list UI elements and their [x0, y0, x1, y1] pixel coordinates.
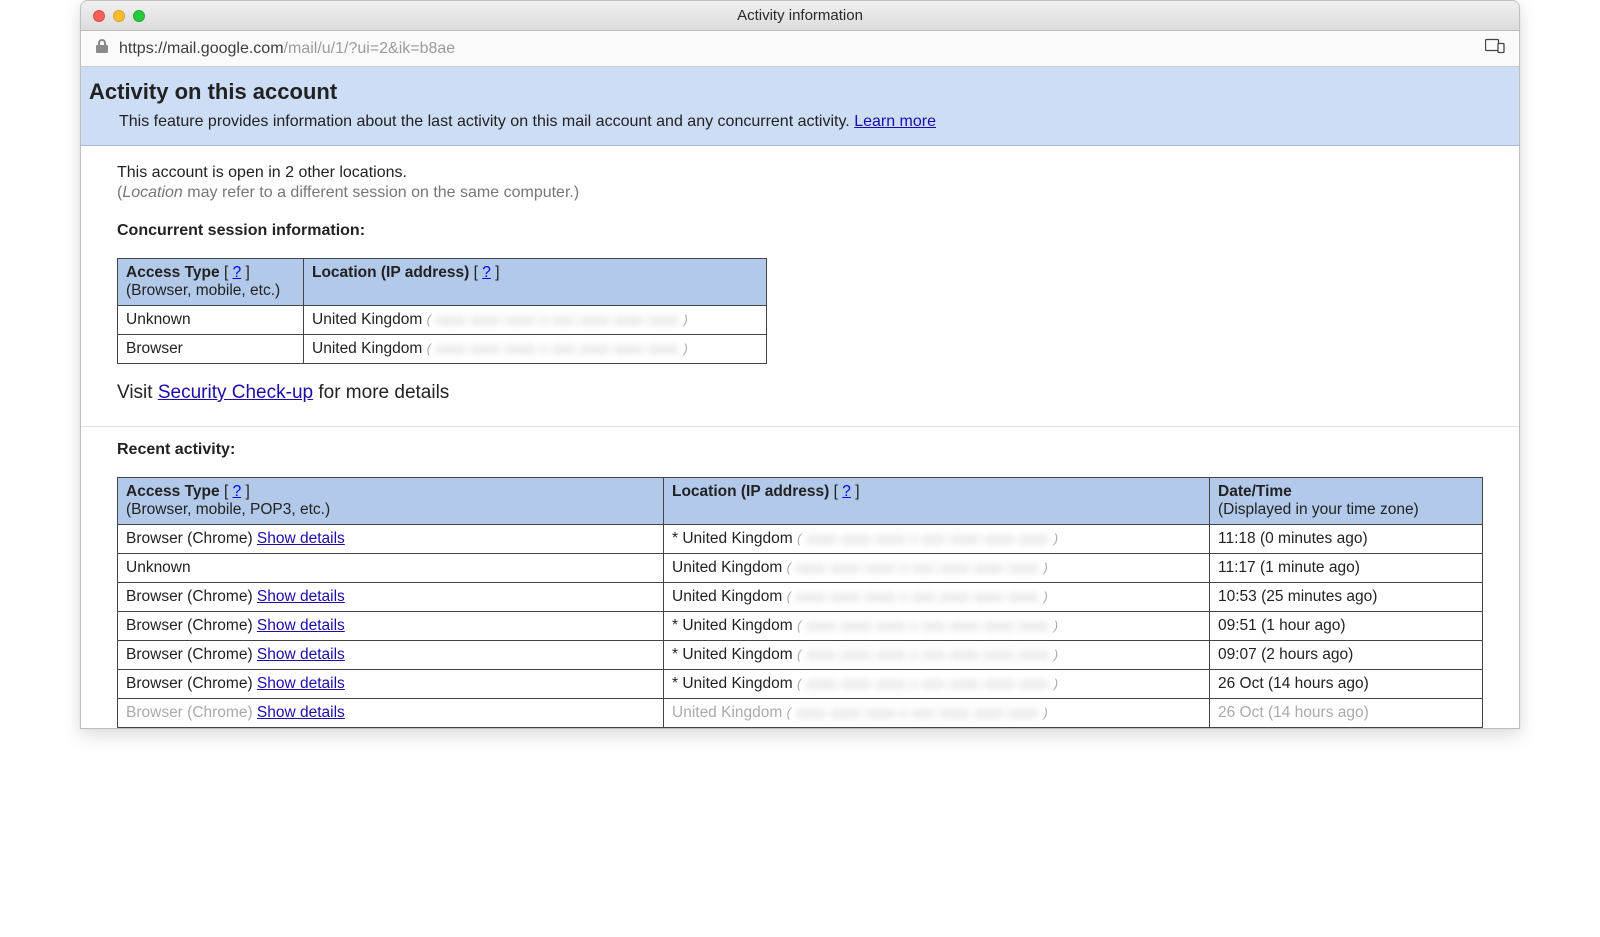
- security-checkup-line: Visit Security Check-up for more details: [117, 382, 1483, 404]
- url-path: /mail/u/1/?ui=2&ik=b8ae: [284, 40, 456, 58]
- redacted-ip: xxxx xxxx xxxx x xxx xxxx xxxx xxxx: [427, 312, 689, 327]
- show-details-link[interactable]: Show details: [257, 530, 345, 547]
- page-description: This feature provides information about …: [119, 113, 1511, 131]
- divider: [81, 426, 1519, 427]
- window-minimize-button[interactable]: [113, 10, 125, 22]
- col-datetime: Date/Time (Displayed in your time zone): [1210, 478, 1483, 525]
- show-details-link[interactable]: Show details: [257, 704, 345, 721]
- cell-access-type: Browser (Chrome) Show details: [118, 641, 664, 670]
- col-access-type: Access Type [ ? ] (Browser, mobile, etc.…: [118, 259, 304, 306]
- cell-location: United Kingdom xxxx xxxx xxxx x xxx xxxx…: [664, 583, 1210, 612]
- cell-access-type: Unknown: [118, 306, 304, 335]
- cell-datetime: 11:17 (1 minute ago): [1210, 554, 1483, 583]
- help-location-link[interactable]: ?: [842, 483, 851, 500]
- recent-activity-label: Recent activity:: [117, 441, 1483, 459]
- col-location: Location (IP address) [ ? ]: [304, 259, 767, 306]
- concurrent-sessions-label: Concurrent session information:: [117, 222, 1483, 240]
- responsive-icon[interactable]: [1485, 38, 1505, 59]
- help-location-link[interactable]: ?: [482, 264, 491, 281]
- cell-access-type: Browser: [118, 335, 304, 364]
- cell-datetime: 09:51 (1 hour ago): [1210, 612, 1483, 641]
- cell-datetime: 09:07 (2 hours ago): [1210, 641, 1483, 670]
- table-row: UnknownUnited Kingdom xxxx xxxx xxxx x x…: [118, 306, 767, 335]
- redacted-ip: xxxx xxxx xxxx x xxx xxxx xxxx xxxx: [427, 341, 689, 356]
- redacted-ip: xxxx xxxx xxxx x xxx xxxx xxxx xxxx: [787, 560, 1049, 575]
- cell-access-type: Browser (Chrome) Show details: [118, 699, 664, 728]
- window-close-button[interactable]: [93, 10, 105, 22]
- cell-datetime: 26 Oct (14 hours ago): [1210, 699, 1483, 728]
- cell-location: United Kingdom xxxx xxxx xxxx x xxx xxxx…: [664, 699, 1210, 728]
- recent-activity-table: Access Type [ ? ] (Browser, mobile, POP3…: [117, 477, 1483, 728]
- cell-access-type: Unknown: [118, 554, 664, 583]
- cell-access-type: Browser (Chrome) Show details: [118, 670, 664, 699]
- cell-location: * United Kingdom xxxx xxxx xxxx x xxx xx…: [664, 641, 1210, 670]
- cell-location: United Kingdom xxxx xxxx xxxx x xxx xxxx…: [304, 306, 767, 335]
- redacted-ip: xxxx xxxx xxxx x xxx xxxx xxxx xxxx: [797, 531, 1059, 546]
- show-details-link[interactable]: Show details: [257, 675, 345, 692]
- table-row: Unknown United Kingdom xxxx xxxx xxxx x …: [118, 554, 1483, 583]
- redacted-ip: xxxx xxxx xxxx x xxx xxxx xxxx xxxx: [787, 589, 1049, 604]
- cell-location: * United Kingdom xxxx xxxx xxxx x xxx xx…: [664, 670, 1210, 699]
- window-title: Activity information: [737, 7, 863, 24]
- addressbar[interactable]: https://mail.google.com/mail/u/1/?ui=2&i…: [81, 31, 1519, 67]
- redacted-ip: xxxx xxxx xxxx x xxx xxxx xxxx xxxx: [797, 676, 1059, 691]
- table-row: BrowserUnited Kingdom xxxx xxxx xxxx x x…: [118, 335, 767, 364]
- titlebar: Activity information: [81, 1, 1519, 31]
- cell-location: United Kingdom xxxx xxxx xxxx x xxx xxxx…: [664, 554, 1210, 583]
- redacted-ip: xxxx xxxx xxxx x xxx xxxx xxxx xxxx: [787, 705, 1049, 720]
- cell-location: * United Kingdom xxxx xxxx xxxx x xxx xx…: [664, 612, 1210, 641]
- lock-icon: [95, 38, 109, 59]
- redacted-ip: xxxx xxxx xxxx x xxx xxxx xxxx xxxx: [797, 618, 1059, 633]
- table-row: Browser (Chrome) Show details* United Ki…: [118, 525, 1483, 554]
- help-access-type-link[interactable]: ?: [233, 264, 242, 281]
- traffic-lights: [93, 10, 145, 22]
- url-host: https://mail.google.com: [119, 40, 284, 58]
- cell-datetime: 10:53 (25 minutes ago): [1210, 583, 1483, 612]
- redacted-ip: xxxx xxxx xxxx x xxx xxxx xxxx xxxx: [797, 647, 1059, 662]
- table-row: Browser (Chrome) Show detailsUnited King…: [118, 583, 1483, 612]
- page-title: Activity on this account: [89, 79, 1511, 105]
- concurrent-sessions-table: Access Type [ ? ] (Browser, mobile, etc.…: [117, 258, 767, 364]
- browser-window: Activity information https://mail.google…: [80, 0, 1520, 729]
- help-access-type-link[interactable]: ?: [233, 483, 242, 500]
- table-row: Browser (Chrome) Show details* United Ki…: [118, 670, 1483, 699]
- page-content: This account is open in 2 other location…: [81, 146, 1519, 728]
- cell-datetime: 26 Oct (14 hours ago): [1210, 670, 1483, 699]
- show-details-link[interactable]: Show details: [257, 646, 345, 663]
- cell-location: United Kingdom xxxx xxxx xxxx x xxx xxxx…: [304, 335, 767, 364]
- cell-access-type: Browser (Chrome) Show details: [118, 612, 664, 641]
- page-header: Activity on this account This feature pr…: [81, 67, 1519, 146]
- window-zoom-button[interactable]: [133, 10, 145, 22]
- cell-access-type: Browser (Chrome) Show details: [118, 525, 664, 554]
- location-note: (Location may refer to a different sessi…: [117, 184, 1483, 202]
- col-access-type: Access Type [ ? ] (Browser, mobile, POP3…: [118, 478, 664, 525]
- table-row: Browser (Chrome) Show details* United Ki…: [118, 612, 1483, 641]
- open-locations-note: This account is open in 2 other location…: [117, 164, 1483, 182]
- page-description-text: This feature provides information about …: [119, 113, 854, 130]
- cell-datetime: 11:18 (0 minutes ago): [1210, 525, 1483, 554]
- learn-more-link[interactable]: Learn more: [854, 113, 936, 130]
- cell-location: * United Kingdom xxxx xxxx xxxx x xxx xx…: [664, 525, 1210, 554]
- table-row: Browser (Chrome) Show detailsUnited King…: [118, 699, 1483, 728]
- security-checkup-link[interactable]: Security Check-up: [158, 382, 313, 403]
- col-location: Location (IP address) [ ? ]: [664, 478, 1210, 525]
- table-row: Browser (Chrome) Show details* United Ki…: [118, 641, 1483, 670]
- show-details-link[interactable]: Show details: [257, 588, 345, 605]
- show-details-link[interactable]: Show details: [257, 617, 345, 634]
- cell-access-type: Browser (Chrome) Show details: [118, 583, 664, 612]
